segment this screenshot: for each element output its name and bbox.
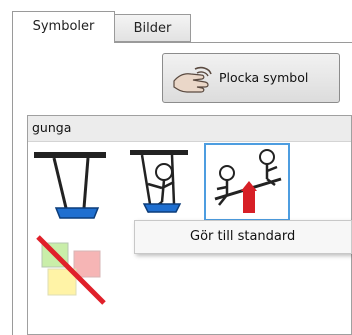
seesaw-icon[interactable] bbox=[205, 143, 289, 221]
hand-icon bbox=[173, 66, 212, 93]
pick-symbol-label: Plocka symbol bbox=[219, 70, 309, 85]
pick-symbol-button[interactable]: Plocka symbol bbox=[162, 53, 340, 103]
context-menu: Gör till standard bbox=[134, 220, 352, 254]
symbol-picker-window: Symboler Bilder Plocka symbol gunga Gör … bbox=[0, 0, 352, 335]
tab-symboler[interactable]: Symboler bbox=[12, 11, 115, 43]
person-on-swing-icon[interactable] bbox=[120, 146, 200, 228]
menu-item-label: Gör till standard bbox=[190, 229, 296, 244]
tab-bilder[interactable]: Bilder bbox=[114, 14, 191, 42]
menu-item-make-default[interactable]: Gör till standard bbox=[135, 221, 351, 253]
swing-icon[interactable] bbox=[32, 146, 112, 228]
symbol-group-header: gunga bbox=[28, 116, 351, 142]
no-symbol-icon[interactable] bbox=[34, 233, 112, 311]
symbol-group-title: gunga bbox=[32, 120, 72, 135]
